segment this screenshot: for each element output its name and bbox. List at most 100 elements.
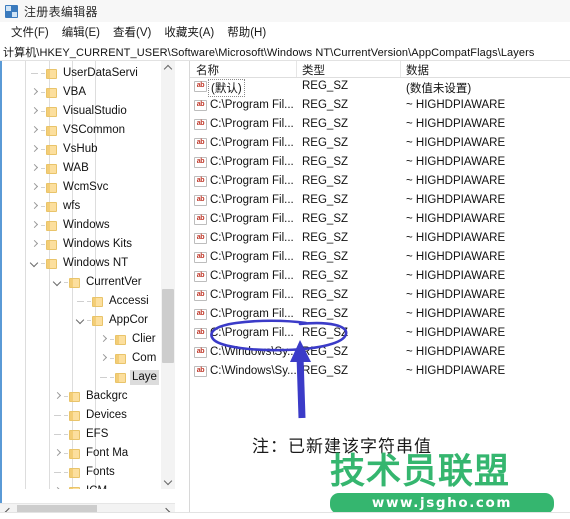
chevron-right-icon[interactable] (30, 140, 41, 159)
tree-node-visualstudio[interactable]: VisualStudio (30, 102, 129, 121)
table-row[interactable]: ab C:\Program Fil... REG_SZ ~ HIGHDPIAWARE (190, 97, 570, 116)
tree-node-windows[interactable]: Windows (30, 216, 112, 235)
chevron-down-icon[interactable] (76, 311, 87, 330)
value-data-cell: (数值未设置) (406, 83, 472, 95)
tree-node-appcor[interactable]: AppCor (76, 311, 150, 330)
table-row[interactable]: ab (默认) REG_SZ (数值未设置) (190, 78, 570, 97)
tree-node-label: Clier (132, 333, 156, 345)
chevron-right-icon[interactable] (99, 330, 110, 349)
chevron-right-icon[interactable] (30, 235, 41, 254)
table-row[interactable]: ab C:\Program Fil... REG_SZ ~ HIGHDPIAWARE (190, 211, 570, 230)
tree-node-windows-nt[interactable]: Windows NT (30, 254, 130, 273)
tree-node-icm[interactable]: ICM (53, 482, 109, 489)
chevron-right-icon[interactable] (30, 121, 41, 140)
tree-node-vba[interactable]: VBA (30, 83, 88, 102)
table-row[interactable]: ab C:\Program Fil... REG_SZ ~ HIGHDPIAWARE (190, 287, 570, 306)
table-row[interactable]: ab C:\Program Fil... REG_SZ ~ HIGHDPIAWARE (190, 325, 570, 344)
tree-scroll-down-button[interactable] (161, 475, 175, 489)
chevron-right-icon[interactable] (99, 349, 110, 368)
address-bar[interactable]: 计算机\HKEY_CURRENT_USER\Software\Microsoft… (0, 43, 570, 61)
tree-node-label: WAB (63, 162, 89, 174)
tree-connector (64, 396, 68, 397)
tree-node-backgrc[interactable]: Backgrc (53, 387, 130, 406)
column-separator[interactable] (296, 61, 297, 77)
menu-favorites[interactable]: 收藏夹(A) (158, 23, 221, 42)
chevron-down-icon[interactable] (53, 273, 64, 292)
chevron-down-icon[interactable] (30, 254, 41, 273)
table-row[interactable]: ab C:\Program Fil... REG_SZ ~ HIGHDPIAWARE (190, 268, 570, 287)
table-row[interactable]: ab C:\Program Fil... REG_SZ ~ HIGHDPIAWARE (190, 306, 570, 325)
column-separator[interactable] (400, 61, 401, 77)
value-name-cell: C:\Program Fil... (210, 194, 294, 206)
tree-node-wfs[interactable]: wfs (30, 197, 82, 216)
value-name-cell: C:\Program Fil... (210, 327, 294, 339)
string-value-icon: ab (194, 366, 207, 377)
tree-node-font-ma[interactable]: Font Ma (53, 444, 130, 463)
folder-icon (46, 68, 57, 79)
tree-node-label: WcmSvc (63, 181, 109, 193)
folder-icon (69, 429, 80, 440)
menu-view[interactable]: 查看(V) (107, 23, 158, 42)
tree-node-wcmsvc[interactable]: WcmSvc (30, 178, 110, 197)
tree-scroll-up-button[interactable] (161, 61, 175, 75)
tree-node-com[interactable]: Com (99, 349, 158, 368)
tree-connector (41, 73, 45, 74)
tree-connector (110, 377, 114, 378)
table-row[interactable]: ab C:\Program Fil... REG_SZ ~ HIGHDPIAWARE (190, 116, 570, 135)
tree-node-vshub[interactable]: VsHub (30, 140, 100, 159)
chevron-right-icon[interactable] (53, 444, 64, 463)
tree-node-laye[interactable]: Laye (99, 368, 159, 387)
tree-node-accessi[interactable]: Accessi (76, 292, 151, 311)
tree-node-wab[interactable]: WAB (30, 159, 91, 178)
chevron-right-icon[interactable] (30, 102, 41, 121)
chevron-right-icon[interactable] (30, 197, 41, 216)
value-type-cell: REG_SZ (302, 327, 349, 339)
tree-node-vscommon[interactable]: VSCommon (30, 121, 127, 140)
tree-connector (64, 434, 68, 435)
tree-node-fonts[interactable]: Fonts (53, 463, 117, 482)
chevron-right-icon[interactable] (30, 216, 41, 235)
tree-node-label: EFS (86, 428, 109, 440)
table-row[interactable]: ab C:\Program Fil... REG_SZ ~ HIGHDPIAWARE (190, 249, 570, 268)
chevron-right-icon[interactable] (53, 482, 64, 489)
tree-connector (64, 415, 68, 416)
table-row[interactable]: ab C:\Program Fil... REG_SZ ~ HIGHDPIAWARE (190, 173, 570, 192)
registry-editor-window: 注册表编辑器 文件(F) 编辑(E) 查看(V) 收藏夹(A) 帮助(H) 计算… (0, 0, 570, 519)
menu-edit[interactable]: 编辑(E) (56, 23, 107, 42)
column-header-name[interactable]: 名称 (196, 62, 219, 78)
folder-icon (46, 163, 57, 174)
column-header-type[interactable]: 类型 (302, 62, 325, 78)
tree-node-label: VBA (63, 86, 87, 98)
chevron-right-icon[interactable] (53, 387, 64, 406)
table-row[interactable]: ab C:\Program Fil... REG_SZ ~ HIGHDPIAWARE (190, 192, 570, 211)
tree-node-currentver[interactable]: CurrentVer (53, 273, 144, 292)
tree-node-efs[interactable]: EFS (53, 425, 110, 444)
table-row[interactable]: ab C:\Program Fil... REG_SZ ~ HIGHDPIAWARE (190, 230, 570, 249)
tree-node-devices[interactable]: Devices (53, 406, 129, 425)
value-type-cell: REG_SZ (302, 251, 349, 263)
value-type-cell: REG_SZ (302, 156, 349, 168)
chevron-right-icon[interactable] (30, 83, 41, 102)
folder-icon (92, 296, 103, 307)
table-row[interactable]: ab C:\Program Fil... REG_SZ ~ HIGHDPIAWARE (190, 135, 570, 154)
chevron-right-icon[interactable] (30, 178, 41, 197)
value-type-cell: REG_SZ (302, 194, 349, 206)
table-row[interactable]: ab C:\Windows\Sy... REG_SZ ~ HIGHDPIAWARE (190, 344, 570, 363)
value-data-cell: ~ HIGHDPIAWARE (406, 289, 506, 301)
string-value-icon: ab (194, 233, 207, 244)
value-data-cell: ~ HIGHDPIAWARE (406, 327, 506, 339)
tree-vertical-scrollbar[interactable] (161, 61, 175, 489)
value-data-cell: ~ HIGHDPIAWARE (406, 365, 506, 377)
tree-node-windows-kits[interactable]: Windows Kits (30, 235, 134, 254)
tree-node-clier[interactable]: Clier (99, 330, 158, 349)
table-row[interactable]: ab C:\Program Fil... REG_SZ ~ HIGHDPIAWARE (190, 154, 570, 173)
menu-file[interactable]: 文件(F) (5, 23, 56, 42)
tree-scroll-thumb[interactable] (162, 289, 174, 363)
tree-node-userdataservi[interactable]: UserDataServi (30, 64, 140, 83)
table-row[interactable]: ab C:\Windows\Sy... REG_SZ ~ HIGHDPIAWARE (190, 363, 570, 382)
column-header-data[interactable]: 数据 (406, 62, 429, 78)
chevron-right-icon[interactable] (30, 159, 41, 178)
registry-tree-pane[interactable]: UserDataServi VBA VisualStudio VSCommon VsHu… (0, 61, 190, 519)
menu-help[interactable]: 帮助(H) (221, 23, 273, 42)
folder-icon (92, 315, 103, 326)
